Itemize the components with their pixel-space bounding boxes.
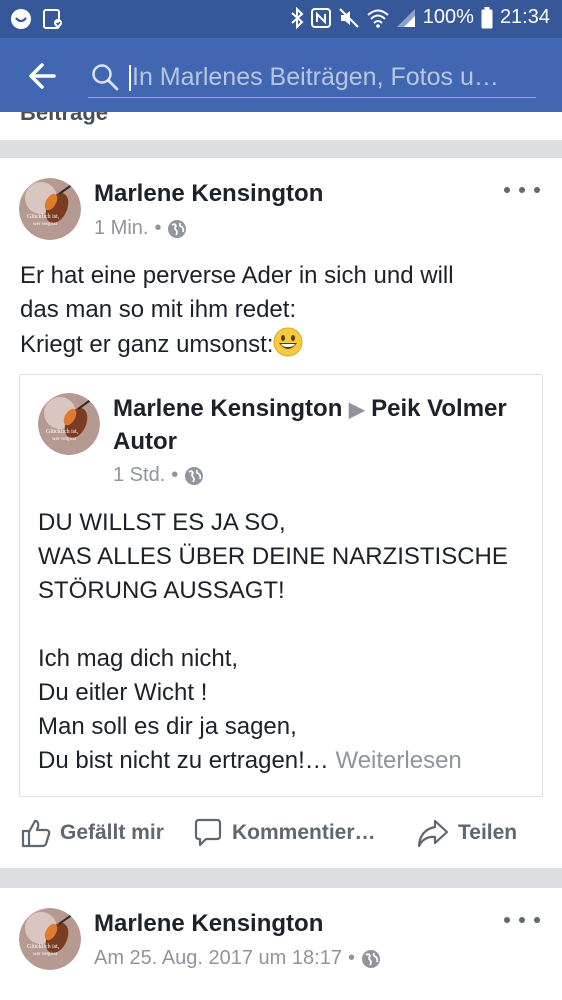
share-button[interactable]: Teilen — [416, 808, 517, 858]
meta-separator: • — [171, 464, 179, 486]
nfc-icon — [310, 7, 331, 28]
dot-icon — [519, 917, 525, 923]
post-card: Glücklich ist, wer vergisst Marlene Kens… — [0, 888, 562, 1000]
battery-icon — [481, 6, 493, 28]
dot-icon — [504, 917, 510, 923]
comment-icon — [194, 818, 222, 847]
profile-picture: Glücklich ist, wer vergisst — [19, 178, 81, 240]
clock: 21:34 — [499, 6, 550, 28]
post-text: Er hat eine perverse Ader in sich und wi… — [20, 259, 545, 362]
avatar[interactable]: Glücklich ist, wer vergisst — [19, 908, 81, 970]
shared-text-line: Ich mag dich nicht, — [38, 645, 239, 672]
meta-separator: • — [347, 947, 355, 969]
dot-icon — [519, 187, 525, 193]
battery-level: 100% — [422, 6, 474, 28]
meta-separator: • — [154, 217, 162, 239]
post-text-line: Kriegt er ganz umsonst: — [20, 331, 274, 358]
shared-text-line: WAS ALLES ÜBER DEINE NARZISTISCHE — [38, 543, 508, 570]
mute-icon — [339, 7, 359, 28]
svg-text:wer vergisst: wer vergisst — [33, 952, 58, 957]
post-meta: 1 Min. • — [94, 217, 187, 240]
post-author[interactable]: Marlene Kensington — [94, 180, 323, 208]
globe-icon — [185, 466, 204, 485]
post-author[interactable]: Marlene Kensington — [94, 910, 323, 938]
post-text-line-last: Kriegt er ganz umsonst: — [20, 327, 545, 362]
svg-text:wer vergisst: wer vergisst — [52, 437, 77, 442]
search-field[interactable] — [88, 58, 536, 98]
wifi-icon — [367, 9, 389, 28]
shared-text-line: Du eitler Wicht ! — [38, 679, 208, 706]
profile-picture: Glücklich ist, wer vergisst — [19, 908, 81, 970]
search-icon — [92, 64, 119, 91]
search-bar — [0, 38, 562, 112]
grinning-emoji-icon — [273, 327, 303, 357]
shared-post-header: Marlene Kensington ▶ Peik Volmer Autor — [113, 393, 513, 458]
shared-to-arrow-icon: ▶ — [349, 399, 365, 421]
svg-text:Glücklich ist,: Glücklich ist, — [46, 429, 79, 435]
thumbs-up-icon — [21, 819, 51, 848]
dot-icon — [534, 917, 540, 923]
avatar[interactable]: Glücklich ist, wer vergisst — [19, 178, 81, 240]
shared-avatar[interactable]: Glücklich ist, wer vergisst — [38, 393, 100, 455]
shared-time[interactable]: 1 Std. — [113, 464, 165, 487]
like-label: Gefällt mir — [60, 821, 164, 844]
notification-icons — [10, 8, 64, 30]
messenger-icon — [11, 9, 31, 29]
shared-meta: 1 Std. • — [113, 464, 204, 487]
image-icon — [43, 9, 62, 29]
post-time[interactable]: Am 25. Aug. 2017 um 18:17 — [94, 947, 342, 970]
search-input[interactable] — [132, 62, 532, 92]
shared-post-text: DU WILLST ES JA SO, WAS ALLES ÜBER DEINE… — [38, 506, 538, 778]
post-actions: Gefällt mir Kommentier… Teilen — [0, 808, 562, 858]
post-divider — [0, 868, 562, 888]
back-button[interactable] — [22, 56, 62, 96]
svg-text:wer vergisst: wer vergisst — [33, 222, 58, 227]
comment-button[interactable]: Kommentier… — [192, 808, 376, 858]
like-button[interactable]: Gefällt mir — [20, 808, 164, 858]
shared-author[interactable]: Marlene Kensington — [113, 395, 342, 422]
globe-icon — [168, 219, 187, 238]
comment-label: Kommentier… — [232, 821, 376, 844]
section-divider — [0, 140, 562, 158]
dot-icon — [534, 187, 540, 193]
shared-post[interactable]: Glücklich ist, wer vergisst Marlene Kens… — [19, 374, 543, 797]
post-text-line: Er hat eine perverse Ader in sich und wi… — [20, 262, 454, 289]
shared-text-line: DU WILLST ES JA SO, — [38, 509, 286, 536]
post-time[interactable]: 1 Min. — [94, 217, 148, 240]
status-bar: 100% 21:34 — [0, 0, 562, 38]
share-label: Teilen — [458, 821, 518, 844]
post-text-line: das man so mit ihm redet: — [20, 296, 297, 323]
back-arrow-icon — [29, 63, 56, 89]
shared-text-line: Man soll es dir ja sagen, — [38, 713, 297, 740]
signal-icon — [396, 8, 415, 27]
read-more-link[interactable]: Weiterlesen — [335, 747, 461, 774]
globe-icon — [361, 949, 380, 968]
bluetooth-icon — [291, 6, 304, 29]
svg-text:Glücklich ist,: Glücklich ist, — [27, 944, 60, 950]
svg-text:Glücklich ist,: Glücklich ist, — [27, 214, 60, 220]
share-icon — [417, 819, 449, 848]
more-options-button[interactable] — [504, 910, 540, 930]
shared-text-line: Du bist nicht zu ertragen!… — [38, 747, 329, 774]
shared-text-line: STÖRUNG AUSSAGT! — [38, 577, 285, 604]
more-options-button[interactable] — [504, 180, 540, 200]
text-cursor — [129, 65, 131, 91]
section-label-text: Beiträge — [20, 112, 109, 125]
post-card: Glücklich ist, wer vergisst Marlene Kens… — [0, 158, 562, 868]
section-label: Beiträge — [20, 112, 220, 126]
profile-picture: Glücklich ist, wer vergisst — [38, 393, 100, 455]
post-meta: Am 25. Aug. 2017 um 18:17 • — [94, 947, 381, 970]
shared-text-line-last: Du bist nicht zu ertragen!… Weiterlesen — [38, 744, 538, 778]
dot-icon — [504, 187, 510, 193]
system-icons: 100% 21:34 — [290, 6, 550, 29]
